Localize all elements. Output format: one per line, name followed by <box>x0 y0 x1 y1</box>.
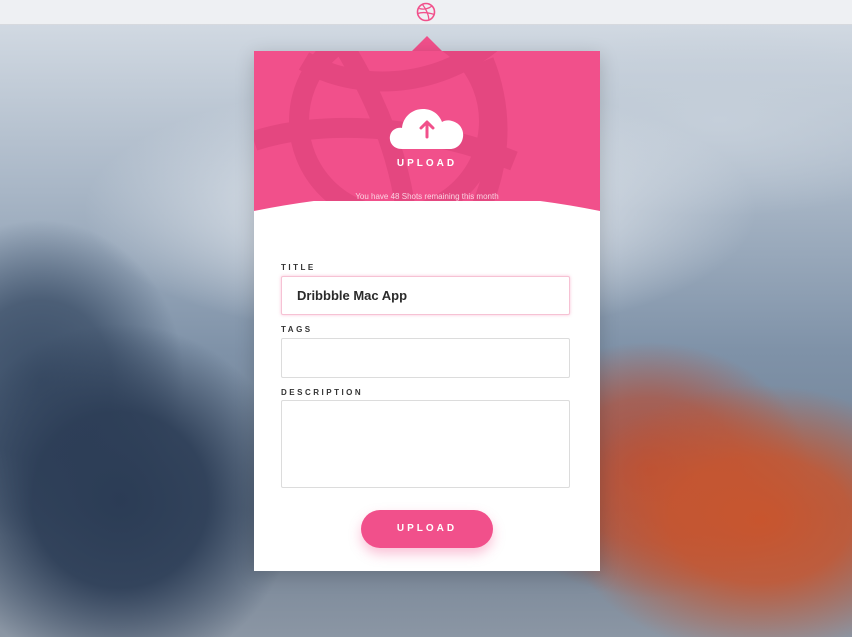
title-field-value: Dribbble Mac App <box>297 288 408 303</box>
description-field[interactable] <box>281 400 570 488</box>
upload-hero: UPLOAD You have 48 Shots remaining this … <box>254 51 600 251</box>
popover-arrow <box>411 36 443 52</box>
tags-field[interactable] <box>281 338 570 378</box>
hero-curve <box>254 201 600 251</box>
title-field[interactable]: Dribbble Mac App <box>281 276 570 315</box>
shots-remaining-text: You have 48 Shots remaining this month <box>355 192 499 201</box>
cloud-upload-icon[interactable] <box>388 103 466 151</box>
tags-label: TAGS <box>281 325 313 334</box>
dribbble-icon[interactable] <box>416 2 436 22</box>
window-titlebar <box>0 0 852 25</box>
title-label: TITLE <box>281 263 316 272</box>
upload-heading: UPLOAD <box>396 158 458 169</box>
upload-button[interactable]: UPLOAD <box>361 510 493 548</box>
upload-card: UPLOAD You have 48 Shots remaining this … <box>254 51 600 571</box>
description-label: DESCRIPTION <box>281 388 364 397</box>
